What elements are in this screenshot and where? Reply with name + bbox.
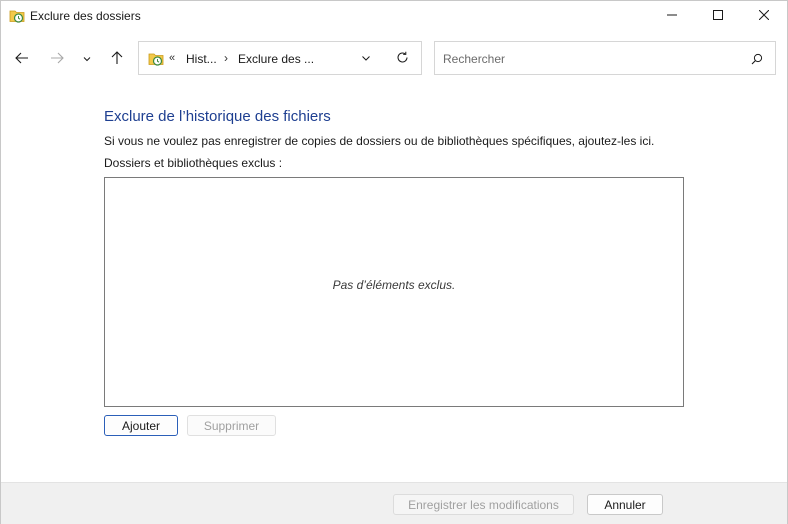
close-icon [758, 9, 770, 23]
minimize-button[interactable] [649, 1, 695, 31]
forward-button[interactable] [45, 47, 69, 71]
cancel-button[interactable]: Annuler [587, 494, 663, 515]
file-history-icon [148, 51, 164, 67]
save-changes-button[interactable]: Enregistrer les modifications [393, 494, 574, 515]
address-overflow-chevron[interactable]: « [169, 52, 175, 64]
search-icon[interactable] [749, 51, 765, 67]
arrow-right-icon [50, 51, 64, 68]
page-title: Exclure de l’historique des fichiers [104, 108, 331, 125]
chevron-down-icon [83, 52, 91, 66]
search-input[interactable] [443, 51, 733, 67]
add-button[interactable]: Ajouter [104, 415, 178, 436]
up-button[interactable] [105, 47, 129, 71]
recent-locations-button[interactable] [77, 47, 97, 71]
dialog-footer: Enregistrer les modifications Annuler [1, 482, 787, 524]
search-box[interactable] [434, 41, 776, 75]
remove-button[interactable]: Supprimer [187, 415, 276, 436]
breadcrumb-history[interactable]: Hist... [186, 52, 217, 66]
chevron-down-icon [361, 52, 371, 66]
close-button[interactable] [741, 1, 787, 31]
minimize-icon [667, 9, 677, 23]
address-bar[interactable]: « Hist... › Exclure des ... [138, 41, 422, 75]
breadcrumb-separator[interactable]: › [224, 51, 228, 65]
navigation-bar: « Hist... › Exclure des ... [1, 39, 787, 77]
maximize-icon [713, 9, 723, 23]
breadcrumb-exclude[interactable]: Exclure des ... [238, 52, 314, 66]
page-description: Si vous ne voulez pas enregistrer de cop… [104, 134, 655, 148]
maximize-button[interactable] [695, 1, 741, 31]
dialog-window: Exclure des dossiers « Hist... › Exclure… [0, 0, 788, 524]
arrow-up-icon [110, 50, 124, 68]
refresh-icon [396, 51, 409, 67]
window-title: Exclure des dossiers [30, 9, 141, 23]
excluded-list-label: Dossiers et bibliothèques exclus : [104, 156, 283, 170]
refresh-button[interactable] [392, 50, 412, 68]
file-history-icon [9, 8, 25, 24]
arrow-left-icon [15, 51, 29, 68]
excluded-items-list[interactable]: Pas d’éléments exclus. [104, 177, 684, 407]
address-dropdown-button[interactable] [357, 50, 375, 68]
title-bar: Exclure des dossiers [1, 1, 787, 31]
back-button[interactable] [10, 47, 34, 71]
empty-list-message: Pas d’éléments exclus. [332, 278, 456, 292]
